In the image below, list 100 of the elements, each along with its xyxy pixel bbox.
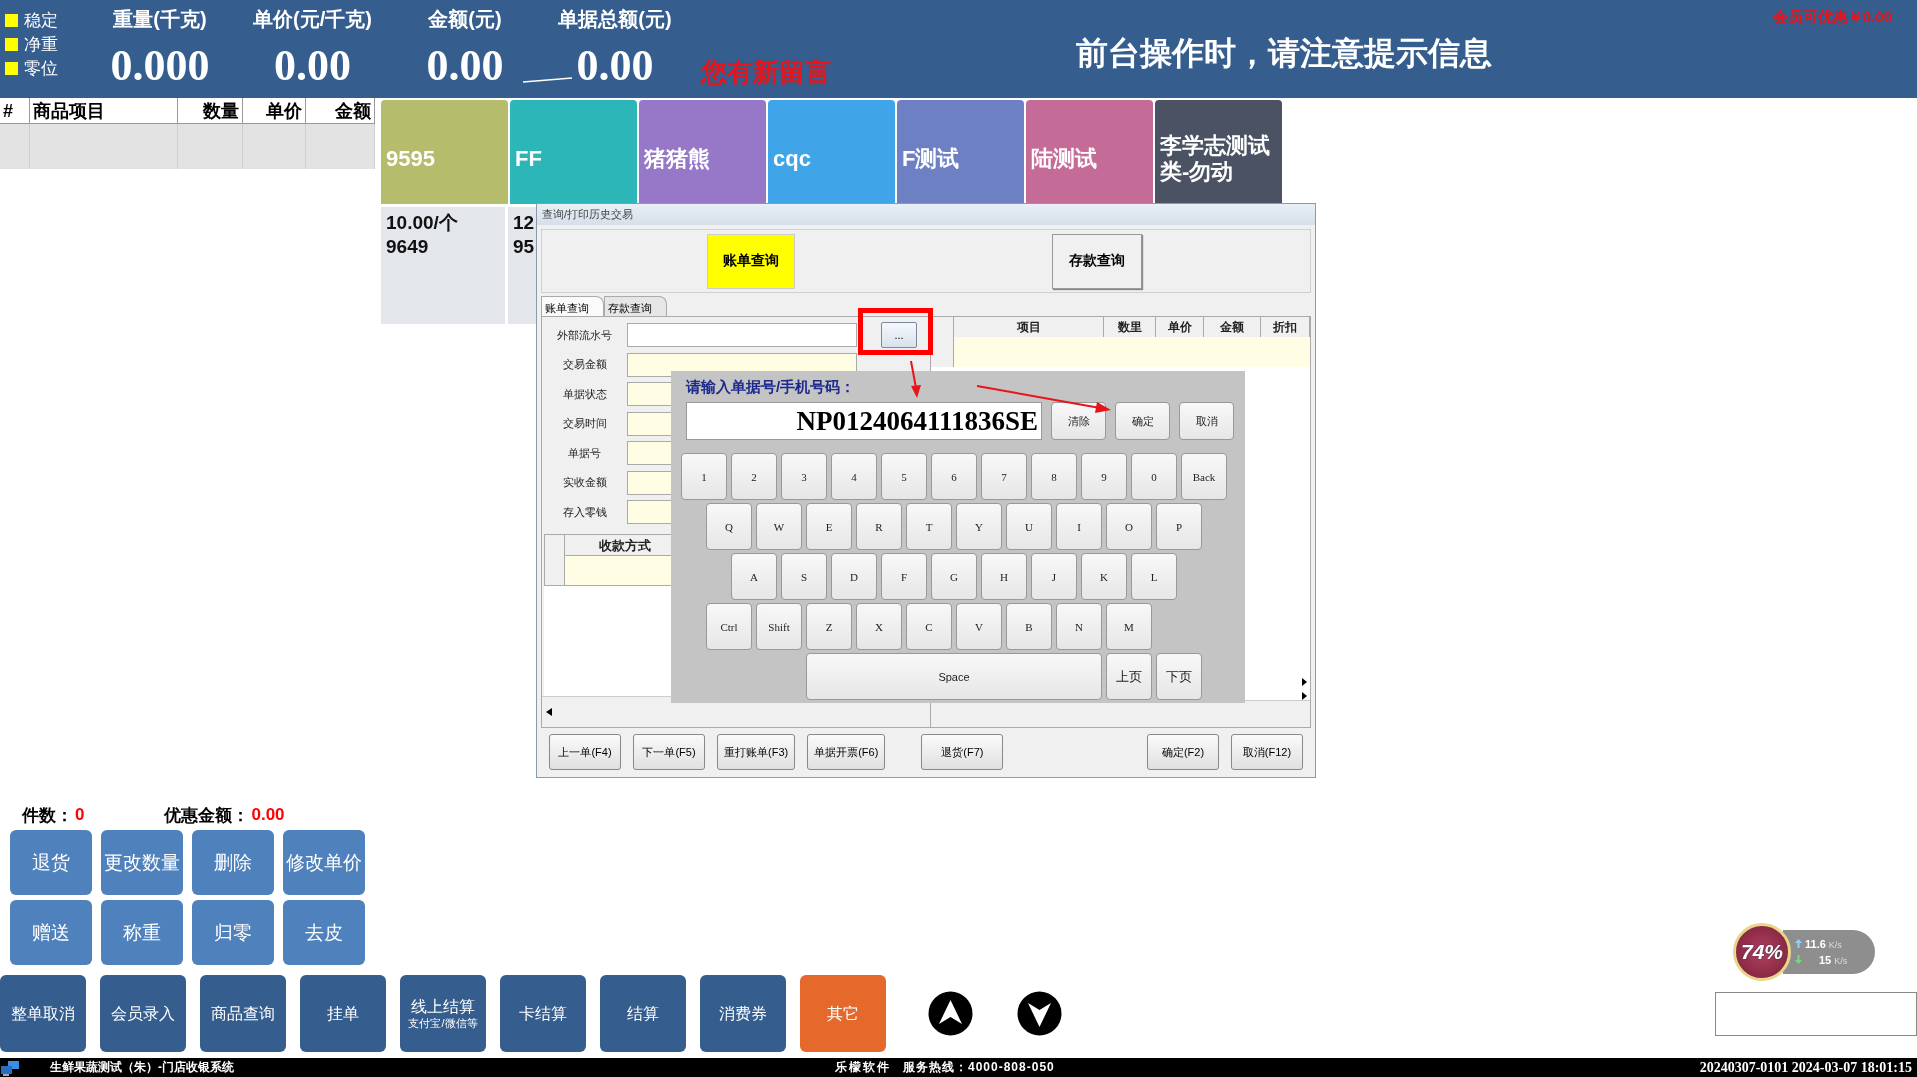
action-button[interactable]: 会员录入 [100,975,186,1052]
action-button[interactable]: 消费券 [700,975,786,1052]
space-key[interactable]: Space [806,653,1102,700]
product-tile[interactable]: 猪猪熊 [639,100,766,204]
key[interactable]: T [906,503,952,550]
key[interactable]: 1 [681,453,727,500]
key[interactable]: 6 [931,453,977,500]
scroll-left-icon[interactable] [546,708,552,716]
code-text: 9649 [386,235,429,259]
key[interactable]: 5 [881,453,927,500]
field-label: 外部流水号 [556,327,613,343]
key[interactable]: Shift [756,603,802,650]
key[interactable]: B [1006,603,1052,650]
key[interactable]: S [781,553,827,600]
browse-button[interactable]: ... [881,322,917,348]
field-label: 交易金额 [561,357,608,372]
key[interactable]: R [856,503,902,550]
strike-line [522,77,573,83]
footer-button[interactable]: 取消(F12) [1231,734,1303,770]
reading-value: 0.00 [576,41,654,91]
indicator-label: 稳定 [24,10,58,32]
prompt-label: 请输入单据号/手机号码： [686,377,856,397]
key[interactable]: Q [706,503,752,550]
key[interactable]: C [906,603,952,650]
action-button[interactable]: 线上结算 支付宝/微信等 [400,975,486,1052]
key[interactable]: J [1031,553,1077,600]
key[interactable]: X [856,603,902,650]
price-text: 12 [513,211,535,235]
key[interactable]: K [1081,553,1127,600]
function-button[interactable]: 赠送 [10,900,92,965]
network-icon[interactable] [0,1059,20,1076]
action-button[interactable]: 确定 [1115,402,1170,440]
key[interactable]: M [1106,603,1152,650]
action-button[interactable]: 挂单 [300,975,386,1052]
footer-button[interactable]: 确定(F2) [1147,734,1219,770]
key[interactable]: G [931,553,977,600]
arrow [910,360,921,398]
field-label: 实收金额 [561,475,608,490]
company-name: 乐檬软件 [835,1060,891,1074]
key[interactable]: O [1106,503,1152,550]
tab[interactable]: 账单查询 [541,296,604,316]
key[interactable]: P [1156,503,1202,550]
key[interactable]: W [756,503,802,550]
key[interactable]: Ctrl [706,603,752,650]
input-field[interactable] [627,323,857,347]
key[interactable]: 3 [781,453,827,500]
action-button[interactable]: 取消 [1179,402,1234,440]
function-button[interactable]: 归零 [192,900,274,965]
footer-button[interactable]: 重打账单(F3) [717,734,796,770]
tab[interactable]: 存款查询 [604,296,667,316]
key[interactable]: Back [1181,453,1227,500]
key[interactable]: U [1006,503,1052,550]
price-text: 10.00/个 [386,211,458,235]
key[interactable]: Z [806,603,852,650]
key[interactable]: 8 [1031,453,1077,500]
app-title: 生鲜果蔬测试（朱）-门店收银系统 [50,1059,234,1076]
function-button[interactable]: 删除 [192,830,274,895]
key[interactable]: Y [956,503,1002,550]
key[interactable]: H [981,553,1027,600]
product-tile[interactable]: 李学志测试类-勿动 [1155,100,1282,204]
key[interactable]: N [1056,603,1102,650]
field-label: 单据号 [567,445,602,461]
action-button[interactable]: 商品查询 [200,975,286,1052]
footer-button[interactable]: 退货(F7) [921,734,1004,770]
key[interactable]: 9 [1081,453,1127,500]
key[interactable]: A [731,553,777,600]
notice-text: 前台操作时，请注意提示信息 [1076,34,1492,72]
function-button[interactable]: 退货 [10,830,92,895]
function-button[interactable]: 修改单价 [283,830,365,895]
key[interactable]: 4 [831,453,877,500]
product-card[interactable]: 10.00/个 9649 [381,207,505,324]
key[interactable]: E [806,503,852,550]
input-field[interactable]: NP0124064111836SE [686,402,1042,440]
member-discount: 会员可优惠￥0.00 [1772,8,1892,26]
mode-button[interactable]: 存款查询 [1052,233,1142,289]
function-button[interactable]: 去皮 [283,900,365,965]
product-tile[interactable]: 陆测试 [1026,100,1153,204]
key[interactable]: F [881,553,927,600]
action-button[interactable]: 卡结算 [500,975,586,1052]
action-button[interactable]: 整单取消 [0,975,86,1052]
action-button[interactable]: 清除 [1051,402,1106,440]
footer-button[interactable]: 上一单(F4) [549,734,621,770]
function-button[interactable]: 更改数量 [101,830,183,895]
footer-button[interactable]: 下一单(F5) [633,734,705,770]
key[interactable]: 2 [731,453,777,500]
product-tile[interactable]: F测试 [897,100,1024,204]
blank-field[interactable] [1715,991,1917,1036]
key[interactable]: D [831,553,877,600]
key[interactable]: 7 [981,453,1027,500]
key[interactable]: 下页 [1156,653,1202,700]
usage-badge[interactable]: 74% [1733,923,1791,981]
key[interactable]: I [1056,503,1102,550]
action-button[interactable]: 结算 [600,975,686,1052]
key[interactable]: L [1131,553,1177,600]
mode-button[interactable]: 账单查询 [707,233,795,289]
key[interactable]: 0 [1131,453,1177,500]
key[interactable]: V [956,603,1002,650]
function-button[interactable]: 称重 [101,900,183,965]
key[interactable]: 上页 [1106,653,1152,700]
footer-button[interactable]: 单据开票(F6) [807,734,886,770]
